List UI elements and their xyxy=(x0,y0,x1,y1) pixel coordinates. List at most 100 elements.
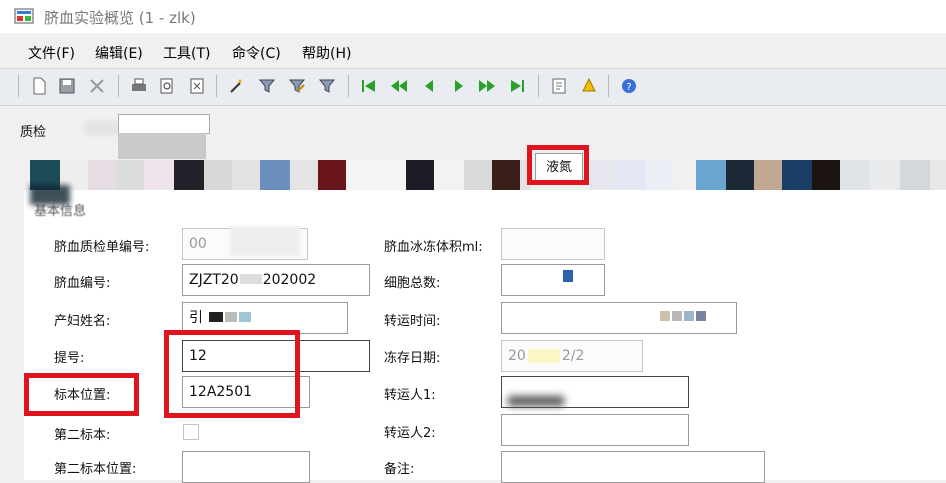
export-icon[interactable] xyxy=(188,77,206,95)
save-icon[interactable] xyxy=(58,77,76,95)
menu-edit[interactable]: 编辑(E) xyxy=(95,43,143,63)
filter-icon[interactable] xyxy=(258,77,276,95)
window-title: 脐血实验概览 (1 - zlk) xyxy=(44,9,196,27)
filter-wand-icon[interactable] xyxy=(228,77,246,95)
toolbar: ? xyxy=(0,68,946,106)
redacted-tab[interactable] xyxy=(782,160,812,190)
redacted-area xyxy=(230,226,300,256)
freeze-date-label: 冻存日期: xyxy=(384,351,441,366)
first-record-icon[interactable] xyxy=(360,77,378,95)
help-icon[interactable]: ? xyxy=(620,77,638,95)
next-record-icon[interactable] xyxy=(450,77,468,95)
last-record-icon[interactable] xyxy=(508,77,526,95)
quality-check-input[interactable] xyxy=(118,114,210,134)
redacted-area xyxy=(672,311,682,321)
redacted-tab[interactable] xyxy=(88,160,116,190)
second-sample-label: 第二标本: xyxy=(54,428,111,443)
redacted-area xyxy=(660,311,670,321)
print-icon[interactable] xyxy=(130,77,148,95)
cord-blood-number-field[interactable]: ZJZT20 202002 xyxy=(182,264,370,296)
title-bar: 脐血实验概览 (1 - zlk) xyxy=(0,0,946,33)
report-icon[interactable] xyxy=(550,77,568,95)
cord-blood-number-label: 脐血编号: xyxy=(54,276,111,291)
transporter1-label: 转运人1: xyxy=(384,388,436,403)
print-preview-icon[interactable] xyxy=(158,77,176,95)
redacted-tab[interactable] xyxy=(696,160,726,190)
total-cells-field[interactable] xyxy=(501,264,605,296)
second-sample-location-label: 第二标本位置: xyxy=(54,462,137,477)
group-title: 基本信息 xyxy=(34,204,87,219)
remarks-field[interactable] xyxy=(501,451,765,483)
second-sample-checkbox[interactable] xyxy=(183,424,199,440)
delete-icon[interactable] xyxy=(88,77,106,95)
redacted-tab[interactable] xyxy=(204,160,232,190)
menu-file[interactable]: 文件(F) xyxy=(28,43,75,63)
toolbar-separator xyxy=(538,75,539,97)
total-cells-label: 细胞总数: xyxy=(384,276,441,291)
toolbar-separator xyxy=(118,75,119,97)
redacted-tab[interactable] xyxy=(290,160,318,190)
redacted-tab[interactable] xyxy=(492,160,520,190)
form-panel xyxy=(24,190,946,480)
tab-strip xyxy=(30,160,946,190)
new-icon[interactable] xyxy=(30,77,48,95)
second-sample-location-field[interactable] xyxy=(182,451,310,483)
redacted-tab[interactable] xyxy=(840,160,870,190)
redacted-area xyxy=(684,311,694,321)
transfer-time-label: 转运时间: xyxy=(384,314,441,329)
redacted-tab[interactable] xyxy=(464,160,492,190)
mother-name-label: 产妇姓名: xyxy=(54,314,111,329)
toolbar-separator xyxy=(18,75,19,97)
qc-number-label: 脐血质检单编号: xyxy=(54,240,150,255)
redacted-tab[interactable] xyxy=(674,160,696,190)
redacted-tab[interactable] xyxy=(260,160,290,190)
redacted-tab[interactable] xyxy=(930,160,946,190)
app-icon xyxy=(14,8,34,24)
redacted-area xyxy=(696,311,706,321)
redacted-area xyxy=(508,396,564,406)
svg-text:?: ? xyxy=(626,82,631,93)
menu-command[interactable]: 命令(C) xyxy=(232,43,281,63)
highlight-box xyxy=(24,373,139,416)
filter-edit-icon[interactable] xyxy=(288,77,306,95)
filter-clear-icon[interactable] xyxy=(318,77,336,95)
highlight-box xyxy=(164,330,300,418)
menu-tools[interactable]: 工具(T) xyxy=(163,43,210,63)
transporter2-label: 转运人2: xyxy=(384,426,436,441)
prev-record-icon[interactable] xyxy=(420,77,438,95)
transporter2-field[interactable] xyxy=(501,414,689,446)
menu-help[interactable]: 帮助(H) xyxy=(302,43,351,63)
alert-icon[interactable] xyxy=(580,77,598,95)
redacted-tab[interactable] xyxy=(116,160,144,190)
prev-page-icon[interactable] xyxy=(390,77,408,95)
freeze-date-field[interactable]: 20 2/2 xyxy=(501,340,643,372)
redacted-tab[interactable] xyxy=(346,160,406,190)
frozen-volume-field[interactable] xyxy=(501,228,605,260)
redacted-tab[interactable] xyxy=(590,160,618,190)
redacted-tab[interactable] xyxy=(232,160,260,190)
redacted-tab[interactable] xyxy=(754,160,782,190)
rack-number-label: 提号: xyxy=(54,351,85,366)
redacted-tab[interactable] xyxy=(174,160,204,190)
next-page-icon[interactable] xyxy=(478,77,496,95)
redacted-tab[interactable] xyxy=(434,160,464,190)
highlight-box xyxy=(527,145,589,185)
toolbar-separator xyxy=(216,75,217,97)
redacted-tab[interactable] xyxy=(812,160,840,190)
remarks-label: 备注: xyxy=(384,462,415,477)
redacted-tab[interactable] xyxy=(618,160,646,190)
redacted-tab[interactable] xyxy=(726,160,754,190)
redacted-tab[interactable] xyxy=(646,160,674,190)
redacted-tab[interactable] xyxy=(318,160,346,190)
redacted-area xyxy=(563,270,573,282)
frozen-volume-label: 脐血冰冻体积ml: xyxy=(384,240,483,255)
toolbar-separator xyxy=(608,75,609,97)
redacted-tab[interactable] xyxy=(406,160,434,190)
redacted-tab[interactable] xyxy=(144,160,174,190)
redacted-area xyxy=(118,133,206,159)
menu-bar: 文件(F) 编辑(E) 工具(T) 命令(C) 帮助(H) xyxy=(0,38,946,64)
redacted-tab[interactable] xyxy=(900,160,930,190)
redacted-tab[interactable] xyxy=(870,160,900,190)
toolbar-separator xyxy=(348,75,349,97)
redacted-label-area xyxy=(84,121,120,135)
